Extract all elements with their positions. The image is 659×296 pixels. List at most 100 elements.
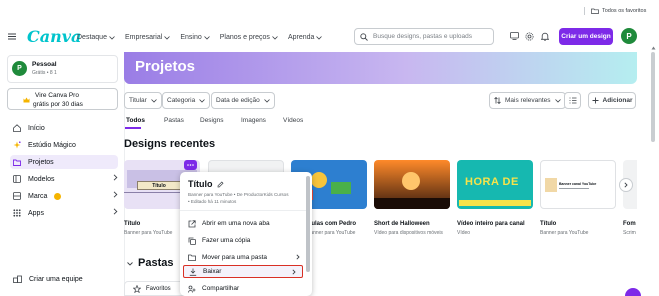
- nav-destaque[interactable]: Destaque: [77, 34, 115, 41]
- chevron-down-icon: [203, 35, 210, 40]
- favorites-link[interactable]: Todos os favoritos: [591, 8, 646, 14]
- filter-titular[interactable]: Titular: [124, 92, 162, 109]
- apps-icon: [13, 209, 21, 217]
- templates-icon: [13, 175, 21, 183]
- sidebar-item-marca[interactable]: Marca: [10, 189, 118, 203]
- thumb-shape: [459, 200, 531, 206]
- folder-favoritos[interactable]: Favoritos: [124, 281, 184, 296]
- nav-aprenda[interactable]: Aprenda: [288, 34, 323, 41]
- device-icon[interactable]: [510, 32, 519, 40]
- gear-icon[interactable]: [525, 32, 534, 41]
- tab-imagens[interactable]: Imagens: [241, 117, 266, 124]
- design-subtitle: Banner para YouTube: [307, 230, 356, 236]
- list-view-toggle[interactable]: [564, 92, 581, 109]
- external-link-icon: [188, 219, 196, 228]
- account-plan: Grátis • 8 1: [32, 70, 57, 76]
- design-subtitle: Banner para YouTube: [124, 230, 173, 236]
- tab-videos[interactable]: Vídeos: [283, 117, 303, 124]
- menu-item-move-to-folder[interactable]: Mover para uma pasta: [180, 251, 308, 264]
- design-title[interactable]: Título: [124, 221, 140, 227]
- avatar[interactable]: P: [621, 28, 637, 44]
- search-bar[interactable]: Busque designs, pastas e uploads: [354, 28, 494, 45]
- bell-icon[interactable]: [541, 32, 549, 41]
- account-avatar: P: [12, 61, 27, 76]
- thumb-ground: [374, 198, 450, 209]
- chevron-down-icon: [151, 98, 157, 103]
- menu-item-share[interactable]: Compartilhar: [180, 282, 308, 295]
- context-menu: Título Banner para YouTube • De Producto…: [180, 172, 312, 296]
- magic-studio-icon: [13, 141, 21, 149]
- tab-designs[interactable]: Designs: [200, 117, 223, 124]
- design-title[interactable]: Título: [540, 221, 556, 227]
- chevron-down-icon: [109, 35, 115, 40]
- nav-ensino[interactable]: Ensino: [180, 34, 210, 41]
- design-subtitle: Scrim: [623, 230, 636, 236]
- tab-todos[interactable]: Todos: [126, 117, 145, 124]
- crown-icon: [54, 192, 62, 200]
- design-subtitle: Vídeo: [457, 230, 471, 236]
- more-options-button[interactable]: [184, 160, 197, 170]
- collapse-pastas-icon[interactable]: [127, 262, 133, 266]
- context-menu-detail: Banner para YouTube • De ProductorKids C…: [188, 192, 289, 197]
- copy-icon: [188, 237, 196, 245]
- edit-pencil-icon[interactable]: [217, 181, 224, 188]
- context-menu-divider: [180, 210, 308, 211]
- divider: [584, 7, 585, 15]
- sidebar-item-projetos[interactable]: Projetos: [10, 155, 118, 169]
- design-title[interactable]: Aulas com Pedro: [307, 221, 356, 227]
- create-team-button[interactable]: Criar uma equipe: [10, 272, 118, 286]
- nav-empresarial[interactable]: Empresarial: [125, 34, 171, 41]
- sidebar-item-inicio[interactable]: Início: [10, 121, 118, 135]
- add-button[interactable]: Adicionar: [588, 92, 636, 109]
- pro-trial-button[interactable]: Vire Canva Pro grátis por 30 dias: [7, 88, 118, 110]
- page-title: Projetos: [135, 58, 196, 75]
- sort-dropdown[interactable]: Mais relevantes: [489, 92, 566, 109]
- create-design-button[interactable]: Criar um design: [559, 28, 613, 45]
- pastas-heading: Pastas: [138, 257, 174, 269]
- thumb-line: [559, 188, 589, 189]
- folder-icon: [591, 8, 599, 14]
- chevron-down-icon: [199, 98, 205, 103]
- brand-icon: [13, 192, 21, 200]
- design-title[interactable]: Vídeo inteiro para canal: [457, 221, 525, 227]
- design-card-thumb[interactable]: [374, 160, 450, 209]
- context-menu-title[interactable]: Título: [188, 179, 224, 189]
- help-button[interactable]: [625, 288, 641, 296]
- download-icon: [189, 268, 197, 276]
- thumb-hora-text: HORA DE: [465, 176, 519, 188]
- menu-icon[interactable]: [8, 33, 16, 40]
- thumb-moon: [402, 172, 420, 190]
- design-title[interactable]: Short de Halloween: [374, 221, 430, 227]
- design-card-thumb[interactable]: Banner canal YouTube: [540, 160, 616, 209]
- home-icon: [13, 124, 21, 132]
- design-card-thumb[interactable]: HORA DE: [457, 160, 533, 209]
- menu-scrollbar[interactable]: [306, 176, 310, 272]
- filter-categoria[interactable]: Categoria: [162, 92, 211, 109]
- chevron-down-icon: [554, 98, 561, 103]
- active-tab-underline: [125, 127, 141, 129]
- filter-data-edicao[interactable]: Data de edição: [211, 92, 275, 109]
- thumb-banner-text: Banner canal YouTube: [559, 182, 597, 186]
- account-switcher[interactable]: P Pessoal Grátis • 8 1: [7, 55, 118, 83]
- canva-logo[interactable]: Canva: [27, 27, 81, 46]
- design-title[interactable]: Fom: [623, 221, 636, 227]
- nav-planos[interactable]: Planos e preços: [220, 34, 278, 41]
- projects-banner: Projetos: [124, 52, 637, 84]
- star-icon: [133, 284, 141, 293]
- sidebar-item-apps[interactable]: Apps: [10, 206, 118, 220]
- page-scrollbar[interactable]: [651, 52, 655, 142]
- scroll-up-arrow[interactable]: [651, 46, 656, 50]
- plus-icon: [592, 97, 599, 104]
- menu-item-download[interactable]: Baixar: [183, 265, 303, 278]
- team-icon: [13, 275, 22, 283]
- menu-item-open-new-tab[interactable]: Abrir em uma nova aba: [180, 217, 308, 230]
- thumb-box: [545, 178, 557, 192]
- sidebar-item-estudio-magico[interactable]: Estúdio Mágico: [10, 138, 118, 152]
- menu-item-make-copy[interactable]: Fazer uma cópia: [180, 234, 308, 247]
- chevron-right-icon[interactable]: [113, 208, 118, 215]
- tab-pastas[interactable]: Pastas: [164, 117, 184, 124]
- sidebar-item-modelos[interactable]: Modelos: [10, 172, 118, 186]
- chevron-right-icon[interactable]: [113, 174, 118, 181]
- carousel-next-button[interactable]: [619, 178, 633, 192]
- chevron-right-icon[interactable]: [113, 191, 118, 198]
